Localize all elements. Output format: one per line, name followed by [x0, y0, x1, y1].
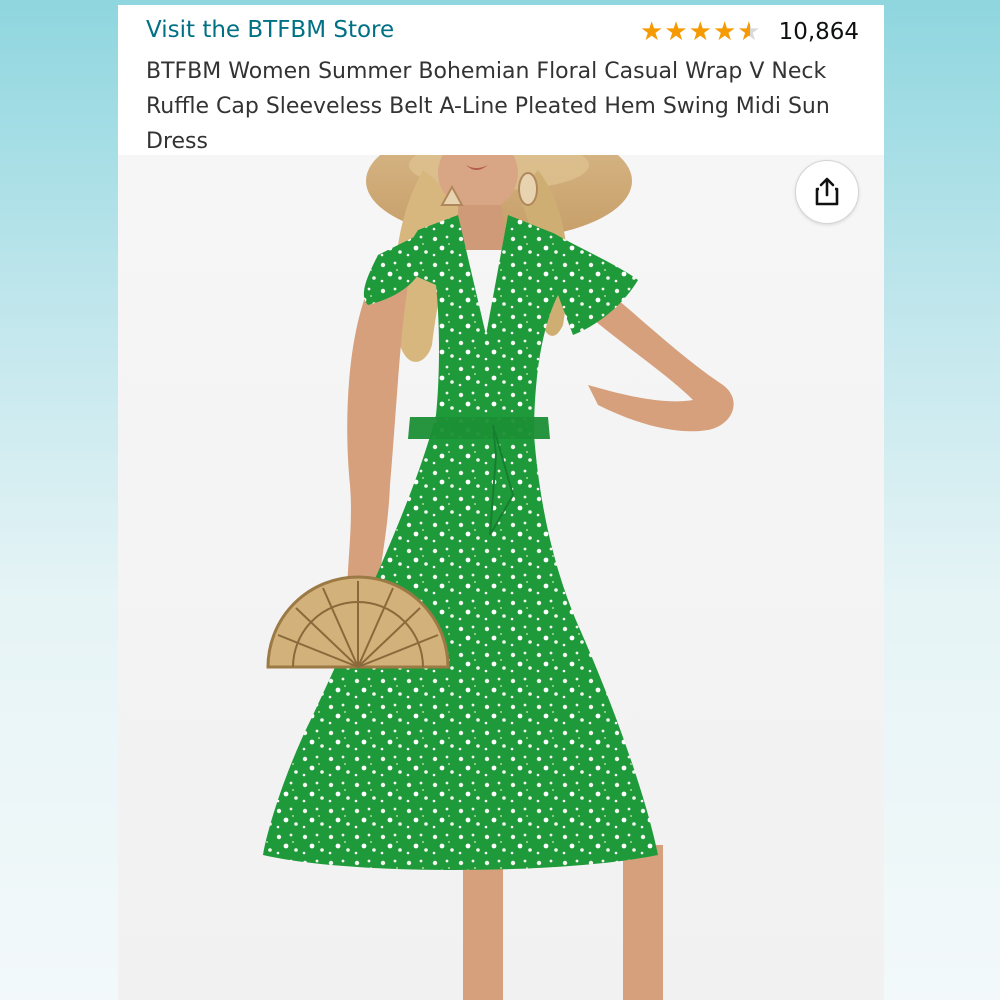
- product-title: BTFBM Women Summer Bohemian Floral Casua…: [146, 59, 830, 154]
- share-icon: [815, 177, 839, 206]
- star-icon: ★: [664, 17, 688, 47]
- rating[interactable]: ★ ★ ★ ★ ★ 10,864: [640, 17, 859, 47]
- star-icon: ★: [688, 17, 712, 47]
- product-image[interactable]: [118, 123, 884, 1000]
- star-rating: ★ ★ ★ ★ ★: [640, 19, 761, 45]
- product-header: Visit the BTFBM Store ★ ★ ★ ★ ★ 10,864 B…: [118, 5, 884, 155]
- star-icon: ★: [712, 17, 737, 47]
- share-button[interactable]: [795, 160, 859, 224]
- product-card: Visit the BTFBM Store ★ ★ ★ ★ ★ 10,864 B…: [118, 5, 884, 1000]
- rating-count[interactable]: 10,864: [779, 19, 859, 45]
- store-link[interactable]: Visit the BTFBM Store: [146, 17, 394, 43]
- dress-photo: [263, 123, 734, 1000]
- star-icon: ★: [640, 17, 664, 47]
- half-star-icon: ★: [737, 17, 761, 47]
